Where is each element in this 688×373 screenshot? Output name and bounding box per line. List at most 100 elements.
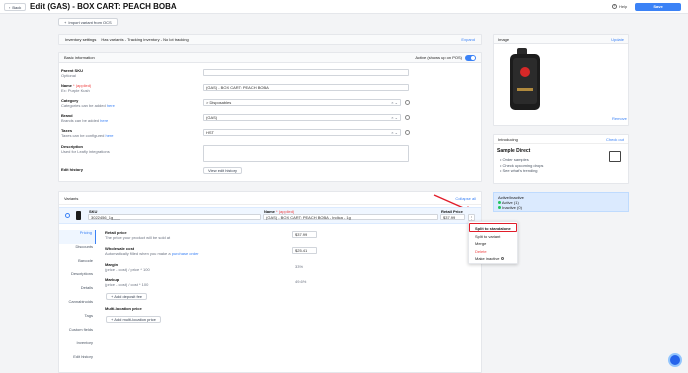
refresh-icon[interactable] [405,100,410,105]
inventory-settings-bar: Inventory settings Has variants - Tracki… [58,34,482,45]
page-title: Edit (GAS) - BOX CART: PEACH BOBA [30,2,177,11]
parent-sku-input[interactable] [203,69,409,76]
taxes-label-group: Taxes Taxes can be configured here [61,128,114,138]
inventory-settings-label: Inventory settings [65,37,97,42]
markup-value: 49.6% [295,279,307,284]
retail-price-input[interactable]: $37.99 [292,231,317,238]
update-image-link[interactable]: Update [611,37,624,42]
variant-name-input[interactable]: (GAS) - BOX CART: PEACH BOBA - Indica - … [263,214,438,220]
remove-image-link[interactable]: Remove [612,116,627,121]
clear-icon[interactable]: × ⌄ [391,100,398,105]
purchase-order-link[interactable]: purchase order [172,251,199,256]
sku-input[interactable]: 3022456_1g___ [88,214,261,220]
box-icon [609,151,621,162]
taxes-select[interactable]: HST × ⌄ [203,129,401,136]
nav-cannabinoids[interactable]: Cannabinoids [59,299,96,313]
category-value: > Disposables [206,100,232,105]
expand-link[interactable]: Expand [461,37,475,42]
more-options-icon[interactable]: ⋮ [468,214,475,221]
refresh-icon[interactable] [405,130,410,135]
help-link[interactable]: ? Help [612,4,627,9]
category-select[interactable]: > Disposables × ⌄ [203,99,401,106]
retail-price-hint: The price your product will be sold at [105,235,171,240]
plus-icon: + [64,19,67,25]
check-out-link[interactable]: Check out [606,137,624,142]
active-toggle[interactable] [465,54,476,61]
variants-title: Variants [64,195,79,201]
import-label: Import variant from OCS [68,19,112,25]
annotation-highlight-box [469,223,517,232]
nav-tags[interactable]: Tags [59,313,96,327]
clear-icon[interactable]: × ⌄ [391,115,398,120]
sample-direct-title: Sample Direct [497,148,531,154]
nav-descriptions[interactable]: Descriptions [59,271,96,285]
nav-edit-history[interactable]: Edit history [59,354,96,368]
parent-sku-label-group: Parent SKU Optional [61,68,83,78]
nav-custom-fields[interactable]: Custom fields [59,327,96,341]
edit-history-label: Edit history [61,167,84,172]
delete-item[interactable]: Delete [469,248,517,256]
inactive-dot [498,206,501,210]
nav-pricing[interactable]: Pricing [59,230,96,244]
markup-formula: (price - cost) / cost * 100 [105,282,149,287]
taxes-hint: Taxes can be configured [61,133,105,138]
import-variant-button[interactable]: + Import variant from OCS [58,18,118,26]
parent-sku-hint: Optional [61,73,76,78]
description-label-group: Description Used for Leafly integrations [61,144,110,154]
back-button[interactable]: ‹ Back [4,3,27,11]
margin-value: 33% [295,264,304,269]
variant-price-input[interactable]: $37.99 [440,214,465,220]
save-button[interactable]: Save [635,3,681,11]
brand-here-link[interactable]: here [100,118,108,123]
brand-select[interactable]: (GAS) × ⌄ [203,114,401,121]
description-textarea[interactable] [203,145,409,162]
nav-details[interactable]: Details [59,285,96,299]
variant-section-nav: Pricing Discounts Barcode Descriptions D… [59,230,96,368]
refresh-icon[interactable] [405,115,410,120]
view-edit-history-button[interactable]: View edit history [203,167,243,174]
margin-label-group: Margin (price - cost) / price * 100 [105,262,150,272]
collapse-row-icon[interactable] [65,213,70,218]
chat-bubble-icon[interactable] [668,353,682,367]
brand-label-group: Brand Brands can be added here [61,113,108,123]
category-hint: Categories can be added [61,103,106,108]
add-deposit-fee-button[interactable]: + Add deposit fee [106,293,148,300]
name-input[interactable]: (GAS) - BOX CART: PEACH BOBA [203,84,409,91]
merge-item[interactable]: Merge [469,240,517,248]
help-label: Help [619,4,628,9]
category-label-group: Category Categories can be added here [61,98,115,108]
introducing-title: Introducing [498,136,518,142]
category-here-link[interactable]: here [107,103,115,108]
description-hint: Used for Leafly integrations [61,149,110,154]
taxes-here-link[interactable]: here [106,133,114,138]
intro-bullet-list: • Order samples • Check upcoming drops •… [500,157,543,174]
inactive-count[interactable]: Inactive (0) [502,205,522,210]
clear-icon[interactable]: × ⌄ [391,130,398,135]
basic-information-header: Basic information Active (shows up on PO… [59,53,481,63]
active-dot [498,201,501,205]
chevron-left-icon: ‹ [9,4,11,10]
retail-price-label-group: Retail price The price your product will… [105,230,170,240]
variant-thumbnail [76,211,81,220]
markup-label-group: Markup (price - cost) / cost * 100 [105,277,148,287]
make-inactive-item[interactable]: Make inactive [469,255,517,263]
wholesale-cost-input[interactable]: $25.41 [292,247,317,254]
nav-discounts[interactable]: Discounts [59,244,96,258]
intro-bullet: • See what's trending [500,168,538,173]
active-inactive-panel: Active/Inactive Active (1) Inactive (0) [493,192,629,212]
product-image [510,48,540,110]
multi-location-label: Multi-location price [105,306,142,311]
help-icon: ? [612,4,617,9]
active-label: Active (shows up on POS) [415,55,462,60]
name-hint: Ex: Purple Kush [61,88,90,93]
nav-inventory[interactable]: Inventory [59,340,96,354]
brand-hint: Brands can be added [61,118,100,123]
wholesale-hint: Automatically filled when you make a [105,251,171,256]
taxes-value: HST [206,130,214,135]
split-to-variant-item[interactable]: Split to variant [469,233,517,241]
name-label-group: Name * (applied) Ex: Purple Kush [61,83,91,93]
add-multi-location-price-button[interactable]: + Add multi-location price [106,316,161,323]
back-label: Back [12,4,22,10]
margin-formula: (price - cost) / price * 100 [105,267,150,272]
nav-barcode[interactable]: Barcode [59,258,96,272]
